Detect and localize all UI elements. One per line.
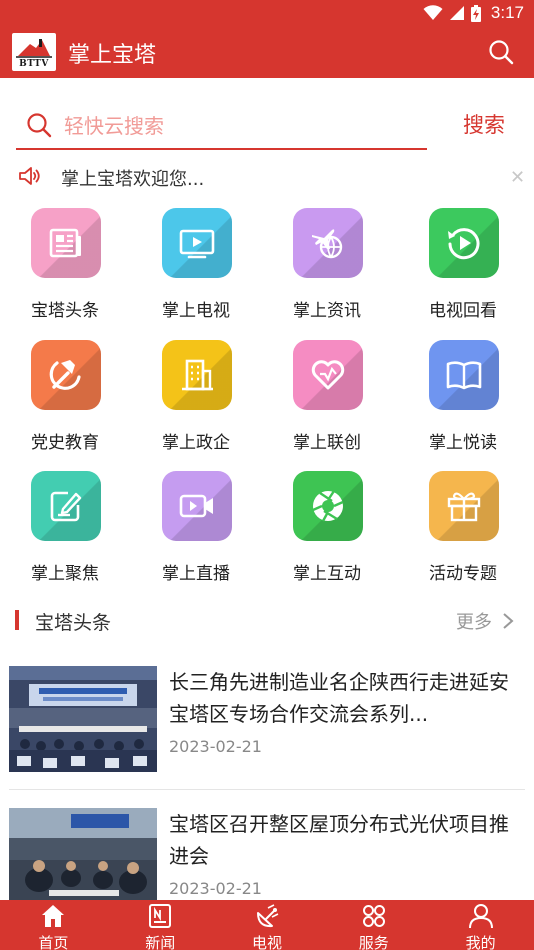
close-icon[interactable]: ✕ [510, 167, 525, 188]
user-icon [468, 904, 493, 929]
tile [162, 208, 232, 278]
app-screen: 3:17 BTTV 掌上宝塔 搜索 [0, 0, 534, 950]
cell-signal-icon [449, 6, 464, 20]
grid-item-party-history[interactable]: 党史教育 [0, 340, 130, 460]
news-thumbnail [9, 666, 157, 772]
bottom-nav: 首页 新闻 电视 服务 我的 [0, 900, 534, 950]
hammer-sickle-icon [49, 360, 81, 390]
notice-bar: 掌上宝塔欢迎您... ✕ [0, 160, 534, 196]
battery-charging-icon [470, 4, 481, 22]
app-bar: BTTV 掌上宝塔 [0, 26, 534, 78]
chevron-right-icon[interactable] [501, 612, 515, 630]
app-logo: BTTV [12, 33, 56, 71]
nav-label: 我的 [465, 934, 496, 950]
logo-text: BTTV [19, 59, 49, 69]
news-icon [149, 904, 172, 928]
grid-item-info[interactable]: 掌上资讯 [262, 208, 392, 328]
grid-item-live[interactable]: 掌上直播 [131, 471, 261, 591]
grid-item-label: 掌上政企 [162, 433, 230, 453]
status-bar: 3:17 [0, 0, 534, 26]
home-icon [42, 905, 65, 927]
nav-label: 新闻 [145, 934, 176, 950]
tile [293, 471, 363, 541]
book-icon [446, 361, 482, 390]
wifi-icon [423, 5, 443, 20]
search-field[interactable] [16, 104, 427, 150]
nav-label: 服务 [358, 934, 389, 950]
gift-icon [447, 492, 481, 522]
nav-tv[interactable]: 电视 [214, 900, 321, 950]
grid-item-label: 活动专题 [429, 564, 497, 584]
nav-home[interactable]: 首页 [0, 900, 107, 950]
grid-item-interaction[interactable]: 掌上互动 [262, 471, 392, 591]
news-title: 长三角先进制造业名企陕西行走进延安宝塔区专场合作交流会系列... [169, 670, 509, 726]
grid-item-reading[interactable]: 掌上悦读 [398, 340, 528, 460]
tile [293, 340, 363, 410]
pagoda-logo-mark [16, 39, 52, 58]
search-input[interactable] [64, 110, 414, 142]
nav-services[interactable]: 服务 [320, 900, 427, 950]
aperture-icon [312, 490, 344, 522]
grid-item-joint-creation[interactable]: 掌上联创 [262, 340, 392, 460]
tv-antenna-icon [256, 904, 279, 928]
tile [31, 471, 101, 541]
grid-item-label: 掌上电视 [162, 301, 230, 321]
clock: 3:17 [490, 3, 524, 22]
news-date: 2023-02-21 [169, 737, 262, 756]
tile [162, 471, 232, 541]
grid-item-events[interactable]: 活动专题 [398, 471, 528, 591]
services-icon [362, 905, 385, 927]
grid-item-label: 党史教育 [31, 433, 99, 453]
tile [429, 340, 499, 410]
replay-icon [448, 228, 480, 260]
section-header: 宝塔头条 更多 [0, 604, 534, 638]
tile [293, 208, 363, 278]
search-icon[interactable] [488, 39, 514, 65]
search-bar: 搜索 [0, 78, 534, 156]
grid-item-replay[interactable]: 电视回看 [398, 208, 528, 328]
tile [162, 340, 232, 410]
tile [429, 471, 499, 541]
search-icon [27, 113, 52, 138]
grid-item-gov-business[interactable]: 掌上政企 [131, 340, 261, 460]
heart-icon [311, 360, 345, 390]
section-title: 宝塔头条 [35, 612, 112, 634]
search-button[interactable]: 搜索 [463, 109, 505, 139]
more-link[interactable]: 更多 [456, 608, 492, 634]
app-title: 掌上宝塔 [68, 43, 157, 68]
nav-news[interactable]: 新闻 [107, 900, 214, 950]
video-camera-icon [179, 494, 213, 518]
notice-text: 掌上宝塔欢迎您... [61, 169, 205, 190]
grid-item-focus[interactable]: 掌上聚焦 [0, 471, 130, 591]
news-item[interactable]: 长三角先进制造业名企陕西行走进延安宝塔区专场合作交流会系列... 2023-02… [0, 666, 534, 790]
grid-item-label: 掌上悦读 [429, 433, 497, 453]
tile [31, 340, 101, 410]
divider [9, 789, 525, 790]
grid-item-headlines[interactable]: 宝塔头条 [0, 208, 130, 328]
news-date: 2023-02-21 [169, 879, 262, 898]
grid-item-label: 掌上联创 [293, 433, 361, 453]
plane-globe-icon [312, 229, 343, 259]
section-accent-bar [15, 610, 19, 630]
grid-item-tv[interactable]: 掌上电视 [131, 208, 261, 328]
nav-profile[interactable]: 我的 [427, 900, 534, 950]
speaker-icon [19, 167, 40, 185]
tv-icon [179, 229, 215, 259]
news-thumbnail [9, 808, 157, 914]
grid-item-label: 掌上直播 [162, 564, 230, 584]
tile [31, 208, 101, 278]
grid-item-label: 电视回看 [429, 301, 497, 321]
note-edit-icon [50, 491, 82, 522]
grid-item-label: 宝塔头条 [31, 301, 99, 321]
grid-item-label: 掌上聚焦 [31, 564, 99, 584]
tile [429, 208, 499, 278]
building-icon [182, 359, 213, 391]
nav-label: 电视 [251, 934, 282, 950]
grid-item-label: 掌上资讯 [293, 301, 361, 321]
news-title: 宝塔区召开整区屋顶分布式光伏项目推进会 [169, 812, 509, 868]
nav-label: 首页 [38, 934, 69, 950]
grid-item-label: 掌上互动 [293, 564, 361, 584]
newspaper-icon [49, 228, 81, 258]
